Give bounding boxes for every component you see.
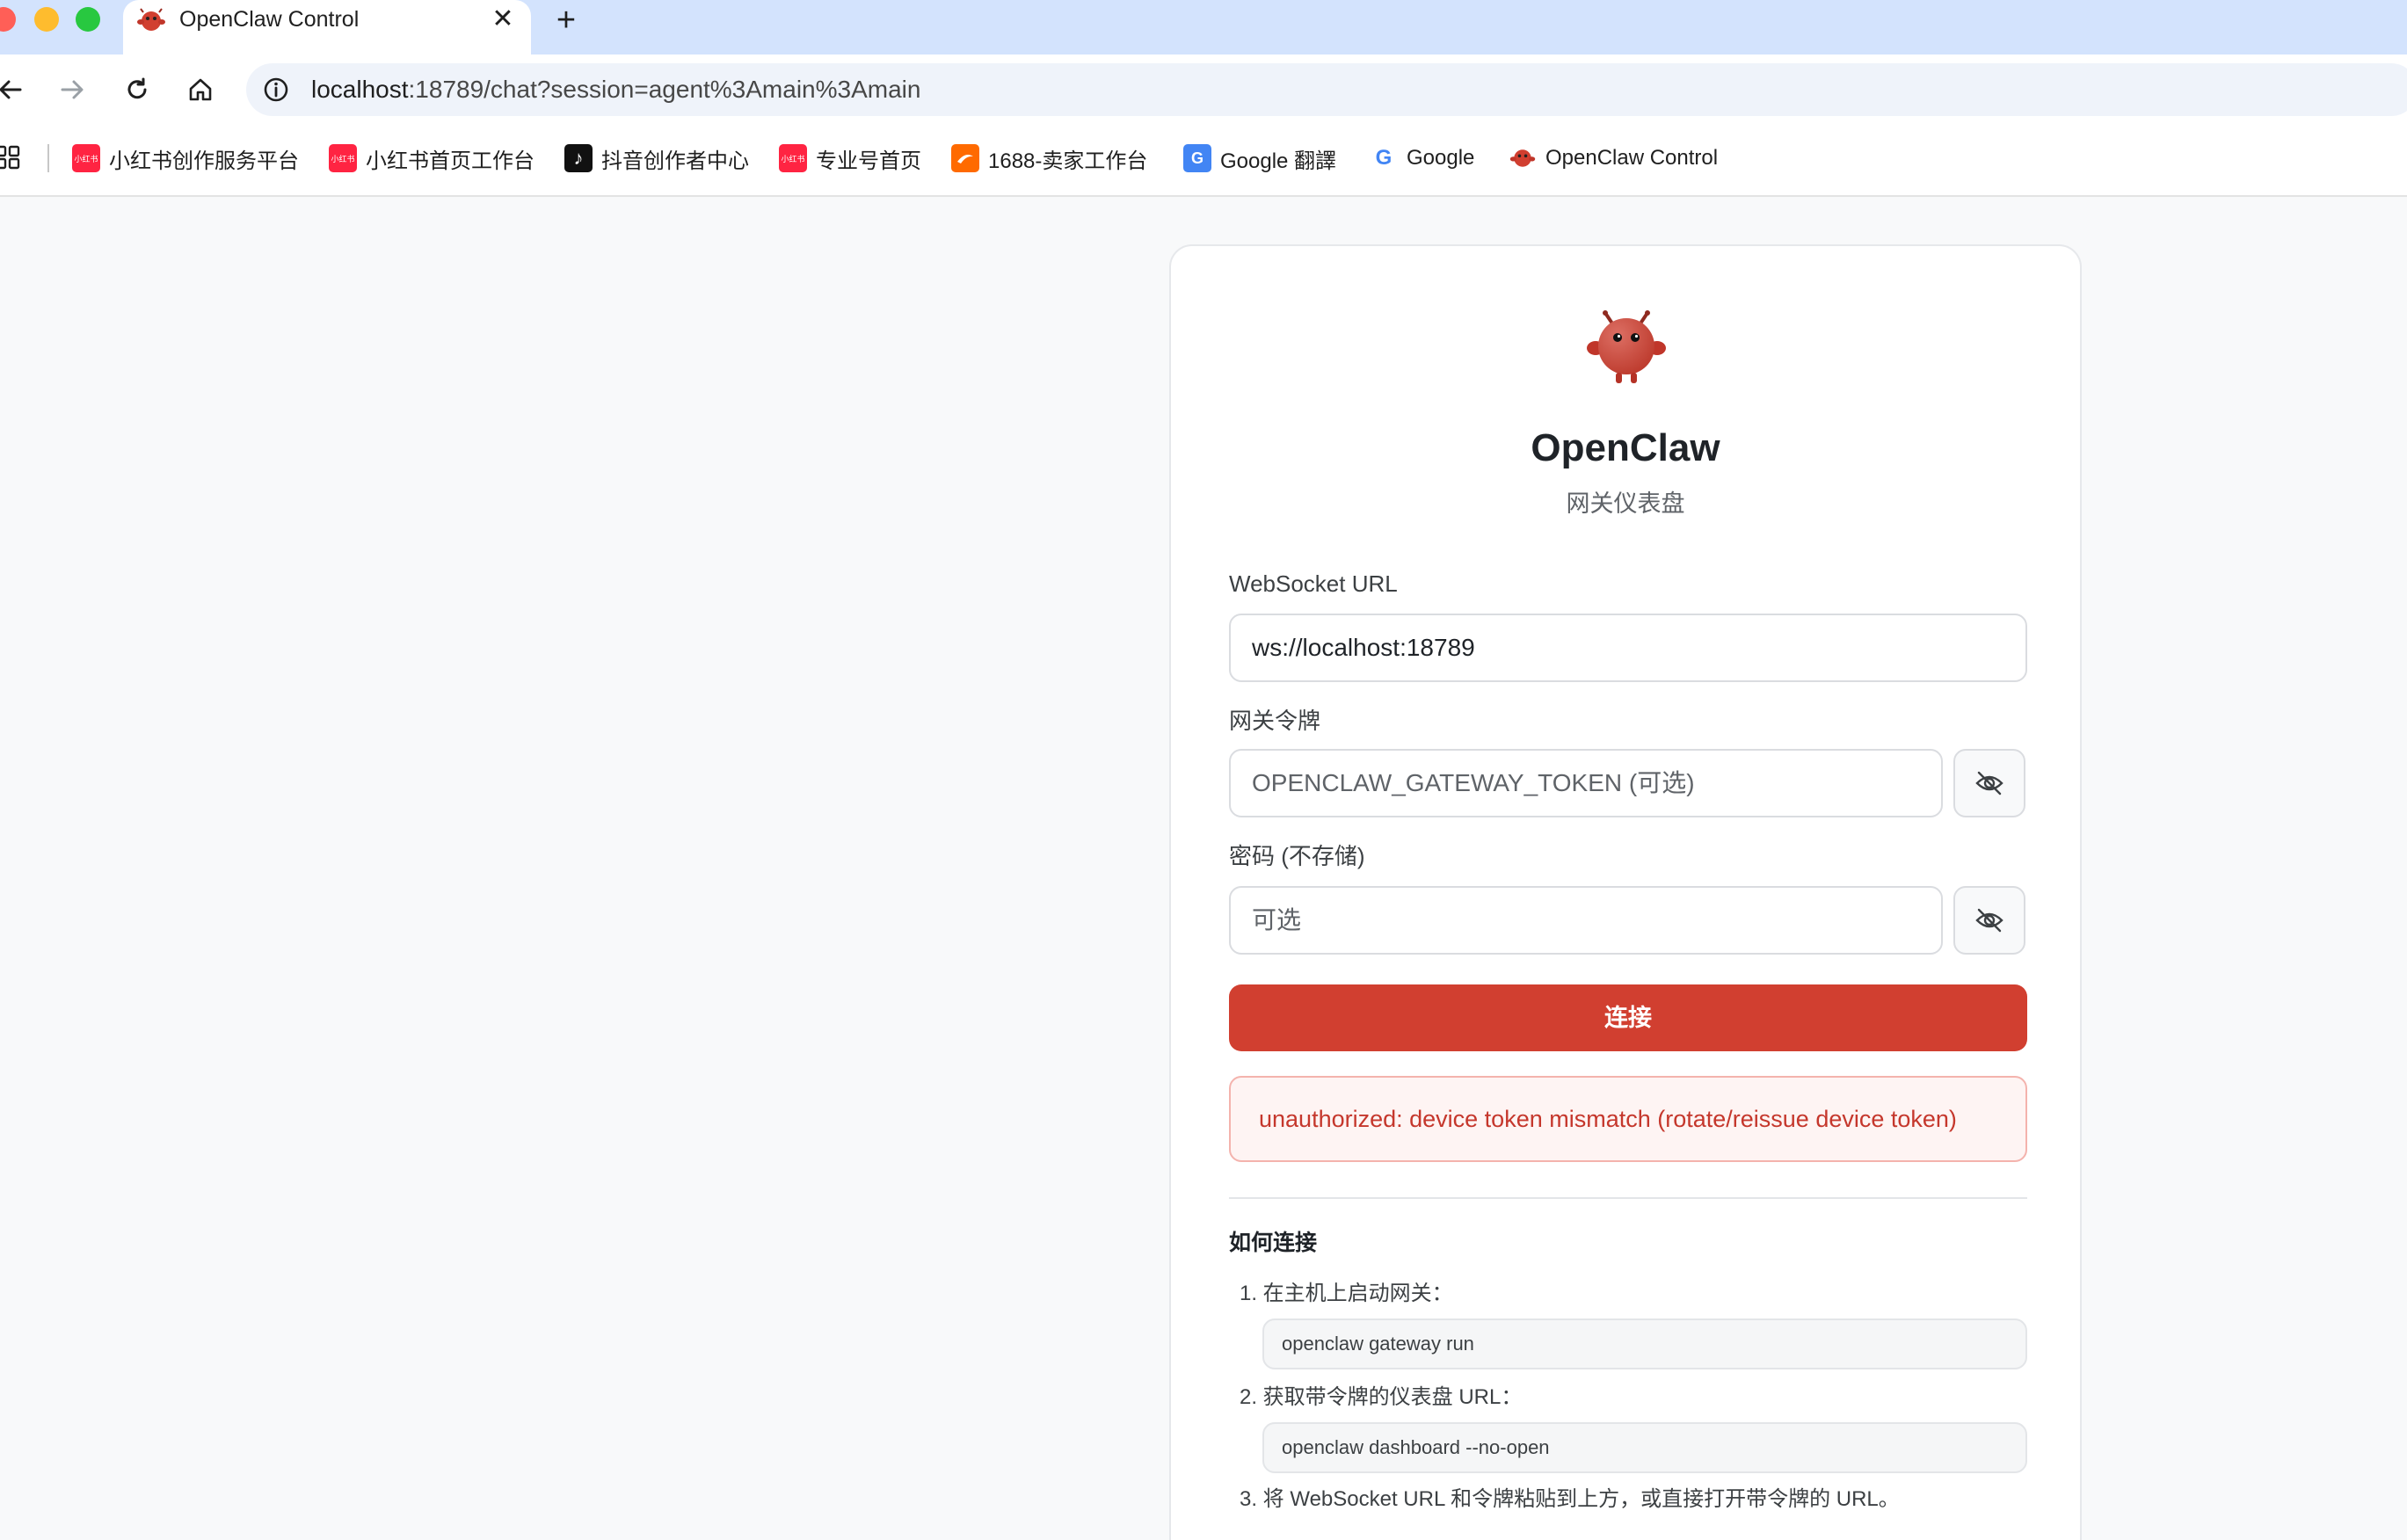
howto-step-2: 2. 获取带令牌的仪表盘 URL：	[1240, 1385, 1523, 1409]
close-window-button[interactable]	[0, 7, 16, 32]
arrow-left-icon	[0, 80, 22, 99]
apps-grid-icon[interactable]	[0, 144, 21, 171]
tab-strip: OpenClaw Control ✕ +	[0, 0, 2407, 54]
bookmark-label: 专业号首页	[816, 149, 921, 173]
douyin-icon: ♪	[564, 144, 593, 172]
google-translate-icon: G	[1183, 144, 1211, 172]
bookmark-xiaohongshu-creator[interactable]: 小红书 小红书创作服务平台	[72, 142, 299, 174]
minimize-window-button[interactable]	[34, 7, 59, 32]
bookmark-label: 抖音创作者中心	[601, 149, 749, 173]
error-message: unauthorized: device token mismatch (rot…	[1229, 1076, 2027, 1162]
reload-icon	[127, 77, 147, 99]
home-button[interactable]	[179, 69, 222, 111]
connect-button[interactable]: 连接	[1229, 984, 2027, 1051]
howto-step-1: 1. 在主机上启动网关：	[1240, 1282, 1453, 1305]
bookmark-google-translate[interactable]: G Google 翻譯	[1183, 142, 1336, 174]
bookmark-xiaohongshu-home[interactable]: 小红书 小红书首页工作台	[329, 142, 534, 174]
url-path: :18789/chat?session=agent%3Amain%3Amain	[408, 76, 921, 103]
app-subtitle: 网关仪表盘	[1566, 490, 1685, 517]
openclaw-icon	[137, 8, 165, 31]
bookmark-pro-account-home[interactable]: 小红书 专业号首页	[779, 142, 921, 174]
browser-window: OpenClaw Control ✕ + localhost:18789/cha…	[0, 0, 2407, 1540]
bookmark-label: 1688-卖家工作台	[988, 149, 1148, 173]
bookmark-douyin-creator[interactable]: ♪ 抖音创作者中心	[564, 142, 749, 174]
openclaw-icon	[1509, 149, 1536, 167]
browser-toolbar: localhost:18789/chat?session=agent%3Amai…	[0, 54, 2407, 125]
google-icon: G	[1370, 144, 1398, 172]
maximize-window-button[interactable]	[76, 7, 100, 32]
code-snippet-dashboard[interactable]: openclaw dashboard --no-open	[1262, 1422, 2027, 1473]
url-text[interactable]: localhost:18789/chat?session=agent%3Amai…	[311, 75, 920, 105]
bookmark-1688-seller[interactable]: 1688-卖家工作台	[951, 142, 1147, 174]
app-title: OpenClaw	[1531, 426, 1720, 469]
new-tab-button[interactable]: +	[549, 4, 584, 39]
xiaohongshu-icon: 小红书	[779, 144, 807, 172]
xiaohongshu-icon: 小红书	[329, 144, 357, 172]
site-info-icon[interactable]	[260, 74, 292, 105]
password-label: 密码 (不存储)	[1229, 843, 1365, 869]
gateway-token-input[interactable]: OPENCLAW_GATEWAY_TOKEN (可选)	[1229, 749, 1943, 817]
connect-card: OpenClaw 网关仪表盘 WebSocket URL ws://localh…	[1169, 244, 2082, 1540]
bookmark-google[interactable]: G Google	[1370, 142, 1474, 174]
home-icon	[189, 78, 212, 101]
xiaohongshu-icon: 小红书	[72, 144, 100, 172]
howto-step-3: 3. 将 WebSocket URL 和令牌粘贴到上方，或直接打开带令牌的 UR…	[1240, 1487, 1900, 1511]
bookmarks-bar: 小红书 小红书创作服务平台 小红书 小红书首页工作台 ♪ 抖音创作者中心 小红书…	[0, 125, 2407, 197]
gateway-token-label: 网关令牌	[1229, 708, 1321, 734]
bookmark-openclaw-control[interactable]: OpenClaw Control	[1509, 142, 1718, 174]
tab-openclaw-control[interactable]: OpenClaw Control ✕	[123, 0, 531, 54]
reload-button[interactable]	[116, 69, 158, 111]
eye-off-icon	[1975, 771, 2003, 795]
back-button[interactable]	[0, 69, 32, 111]
tab-title: OpenClaw Control	[179, 7, 360, 32]
websocket-url-label: WebSocket URL	[1229, 570, 1398, 597]
1688-icon	[951, 144, 979, 172]
websocket-url-input[interactable]: ws://localhost:18789	[1229, 614, 2027, 682]
url-host: localhost	[311, 76, 409, 103]
section-divider	[1229, 1197, 2027, 1199]
bookmark-label: Google 翻譯	[1220, 149, 1337, 173]
bookmark-label: Google	[1407, 146, 1475, 170]
howto-title: 如何连接	[1229, 1231, 1318, 1255]
bookmarks-separator	[47, 144, 49, 172]
bookmark-label: 小红书首页工作台	[366, 149, 534, 173]
eye-off-icon	[1975, 908, 2003, 933]
bookmark-label: OpenClaw Control	[1545, 146, 1719, 170]
close-tab-icon[interactable]: ✕	[487, 4, 519, 35]
password-input[interactable]: 可选	[1229, 886, 1943, 955]
bookmark-label: 小红书创作服务平台	[109, 149, 299, 173]
address-bar[interactable]: localhost:18789/chat?session=agent%3Amai…	[246, 63, 2407, 116]
toggle-password-visibility-button[interactable]	[1953, 886, 2025, 955]
arrow-right-icon	[61, 80, 84, 99]
forward-button[interactable]	[51, 69, 93, 111]
code-snippet-gateway-run[interactable]: openclaw gateway run	[1262, 1318, 2027, 1369]
openclaw-logo-icon	[1587, 310, 1666, 383]
toggle-token-visibility-button[interactable]	[1953, 749, 2025, 817]
